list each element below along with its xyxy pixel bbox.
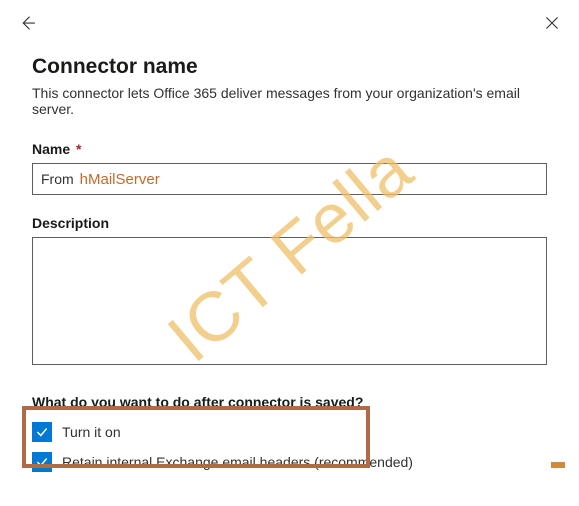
name-input[interactable]: From hMailServer <box>32 163 547 195</box>
name-label-text: Name <box>32 141 70 157</box>
required-indicator: * <box>76 141 81 157</box>
checkbox-row-turn-on[interactable]: Turn it on <box>32 422 547 442</box>
checkbox-label-retain-headers: Retain internal Exchange email headers (… <box>62 454 413 470</box>
page-subtitle: This connector lets Office 365 deliver m… <box>32 85 547 117</box>
checkbox-row-retain-headers[interactable]: Retain internal Exchange email headers (… <box>32 452 547 472</box>
check-icon <box>35 425 49 439</box>
close-button[interactable] <box>539 10 565 41</box>
name-input-value: hMailServer <box>80 171 160 188</box>
name-input-prefix: From <box>41 171 74 187</box>
description-input[interactable] <box>32 237 547 365</box>
close-icon <box>543 14 561 32</box>
arrow-left-icon <box>18 14 36 32</box>
page-title: Connector name <box>32 55 547 79</box>
check-icon <box>35 455 49 469</box>
checkbox-turn-on[interactable] <box>32 422 52 442</box>
checkbox-label-turn-on: Turn it on <box>62 424 121 440</box>
description-label: Description <box>32 215 547 231</box>
after-save-heading: What do you want to do after connector i… <box>32 394 547 410</box>
checkbox-retain-headers[interactable] <box>32 452 52 472</box>
back-button[interactable] <box>14 10 40 41</box>
name-label: Name * <box>32 141 547 157</box>
decorative-mark <box>551 462 565 468</box>
